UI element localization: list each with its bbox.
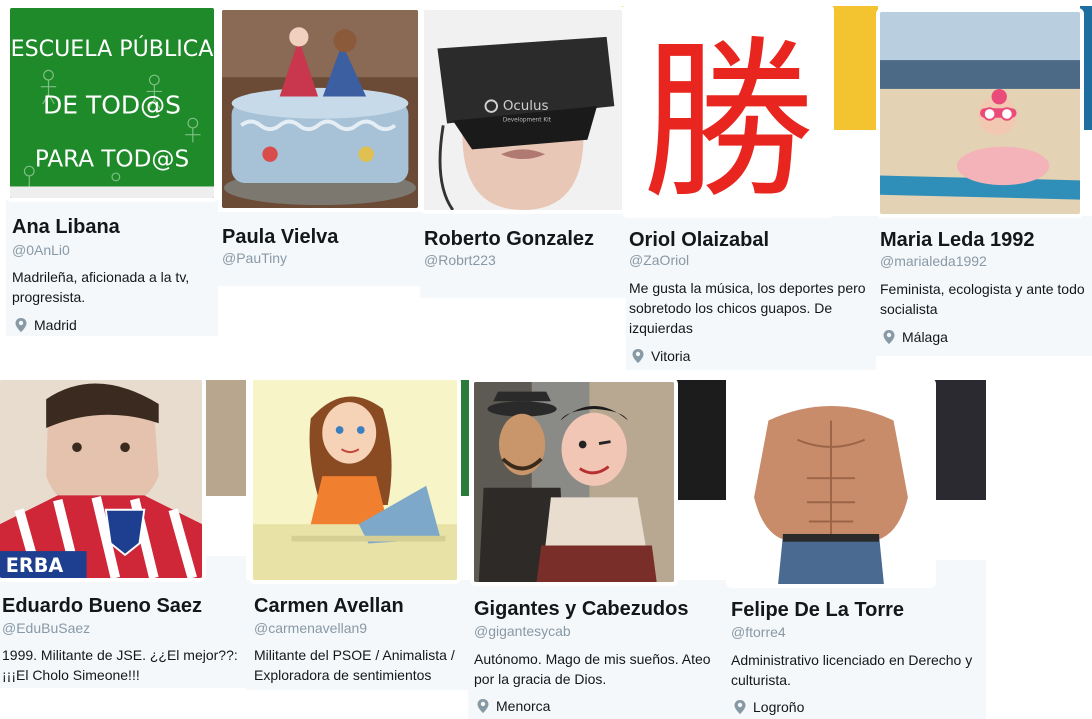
location-pin-icon — [631, 348, 645, 364]
profile-name[interactable]: Oriol Olaizabal — [629, 229, 769, 252]
avatar[interactable]: ESCUELA PÚBLICA DE TOD@S PARA TOD@S — [6, 4, 218, 202]
profile-location: Logroño — [733, 699, 804, 715]
profile-name[interactable]: Paula Vielva — [222, 226, 338, 249]
profile-name[interactable]: Gigantes y Cabezudos — [474, 598, 689, 621]
avatar-text: ERBA — [6, 554, 64, 577]
profile-handle[interactable]: @0AnLi0 — [12, 242, 70, 258]
profile-location: Vitoria — [631, 348, 690, 364]
profile-handle[interactable]: @ftorre4 — [731, 624, 786, 640]
location-text: Málaga — [902, 329, 948, 345]
avatar-text: PARA TOD@S — [35, 146, 189, 172]
banner-strip — [830, 6, 878, 130]
avatar[interactable]: ERBA — [0, 376, 206, 582]
profile-bio: Madrileña, aficionada a la tv, progresis… — [12, 269, 190, 305]
profile-bio: 1999. Militante de JSE. ¿¿El mejor??: ¡¡… — [2, 647, 238, 683]
profile-bio: Militante del PSOE / Animalista / Explor… — [254, 647, 455, 683]
profile-handle[interactable]: @PauTiny — [222, 250, 287, 266]
location-pin-icon — [14, 317, 28, 333]
avatar[interactable]: 勝 — [622, 4, 834, 218]
profile-name[interactable]: Felipe De La Torre — [731, 599, 904, 622]
location-text: Logroño — [753, 699, 805, 715]
avatar[interactable]: Oculus Development Kit — [420, 6, 626, 214]
profile-name[interactable]: Roberto Gonzalez — [424, 228, 594, 251]
location-pin-icon — [733, 699, 747, 715]
banner-strip — [676, 380, 726, 500]
profile-handle[interactable]: @EduBuSaez — [2, 620, 90, 636]
avatar-text: ESCUELA PÚBLICA — [11, 34, 214, 62]
profile-bio: Feminista, ecologista y ante todo social… — [880, 281, 1085, 317]
banner-strip — [934, 380, 986, 500]
avatar[interactable] — [218, 6, 422, 212]
profile-bio: Me gusta la música, los deportes pero so… — [629, 280, 866, 336]
profile-name[interactable]: Carmen Avellan — [254, 595, 404, 618]
profile-location: Málaga — [882, 329, 948, 345]
location-text: Vitoria — [651, 348, 691, 364]
profile-location: Menorca — [476, 698, 550, 714]
profile-handle[interactable]: @marialeda1992 — [880, 253, 987, 269]
location-text: Madrid — [34, 317, 77, 333]
profile-name[interactable]: Eduardo Bueno Saez — [2, 595, 202, 618]
profile-handle[interactable]: @Robrt223 — [424, 252, 496, 268]
profile-card[interactable] — [218, 212, 420, 286]
avatar[interactable] — [726, 378, 936, 588]
profile-handle[interactable]: @ZaOriol — [629, 252, 689, 268]
profile-name[interactable]: Ana Libana — [12, 216, 120, 239]
avatar-text: DE TOD@S — [43, 91, 181, 120]
profile-handle[interactable]: @gigantesycab — [474, 623, 571, 639]
profile-bio: Administrativo licenciado en Derecho y c… — [731, 652, 973, 688]
profile-handle[interactable]: @carmenavellan9 — [254, 620, 367, 636]
avatar-text: 勝 — [641, 20, 814, 214]
profile-bio: Autónomo. Mago de mis sueños. Ateo por l… — [474, 651, 711, 687]
avatar[interactable] — [249, 376, 461, 584]
avatar[interactable] — [876, 8, 1084, 218]
location-pin-icon — [476, 698, 490, 714]
location-text: Menorca — [496, 698, 551, 714]
location-pin-icon — [882, 329, 896, 345]
avatar-text: Oculus — [503, 99, 549, 114]
profile-location: Madrid — [14, 317, 77, 333]
avatar-text: Development Kit — [503, 118, 552, 124]
profile-name[interactable]: Maria Leda 1992 — [880, 229, 1035, 252]
banner-strip — [200, 380, 246, 496]
avatar[interactable] — [470, 378, 678, 586]
